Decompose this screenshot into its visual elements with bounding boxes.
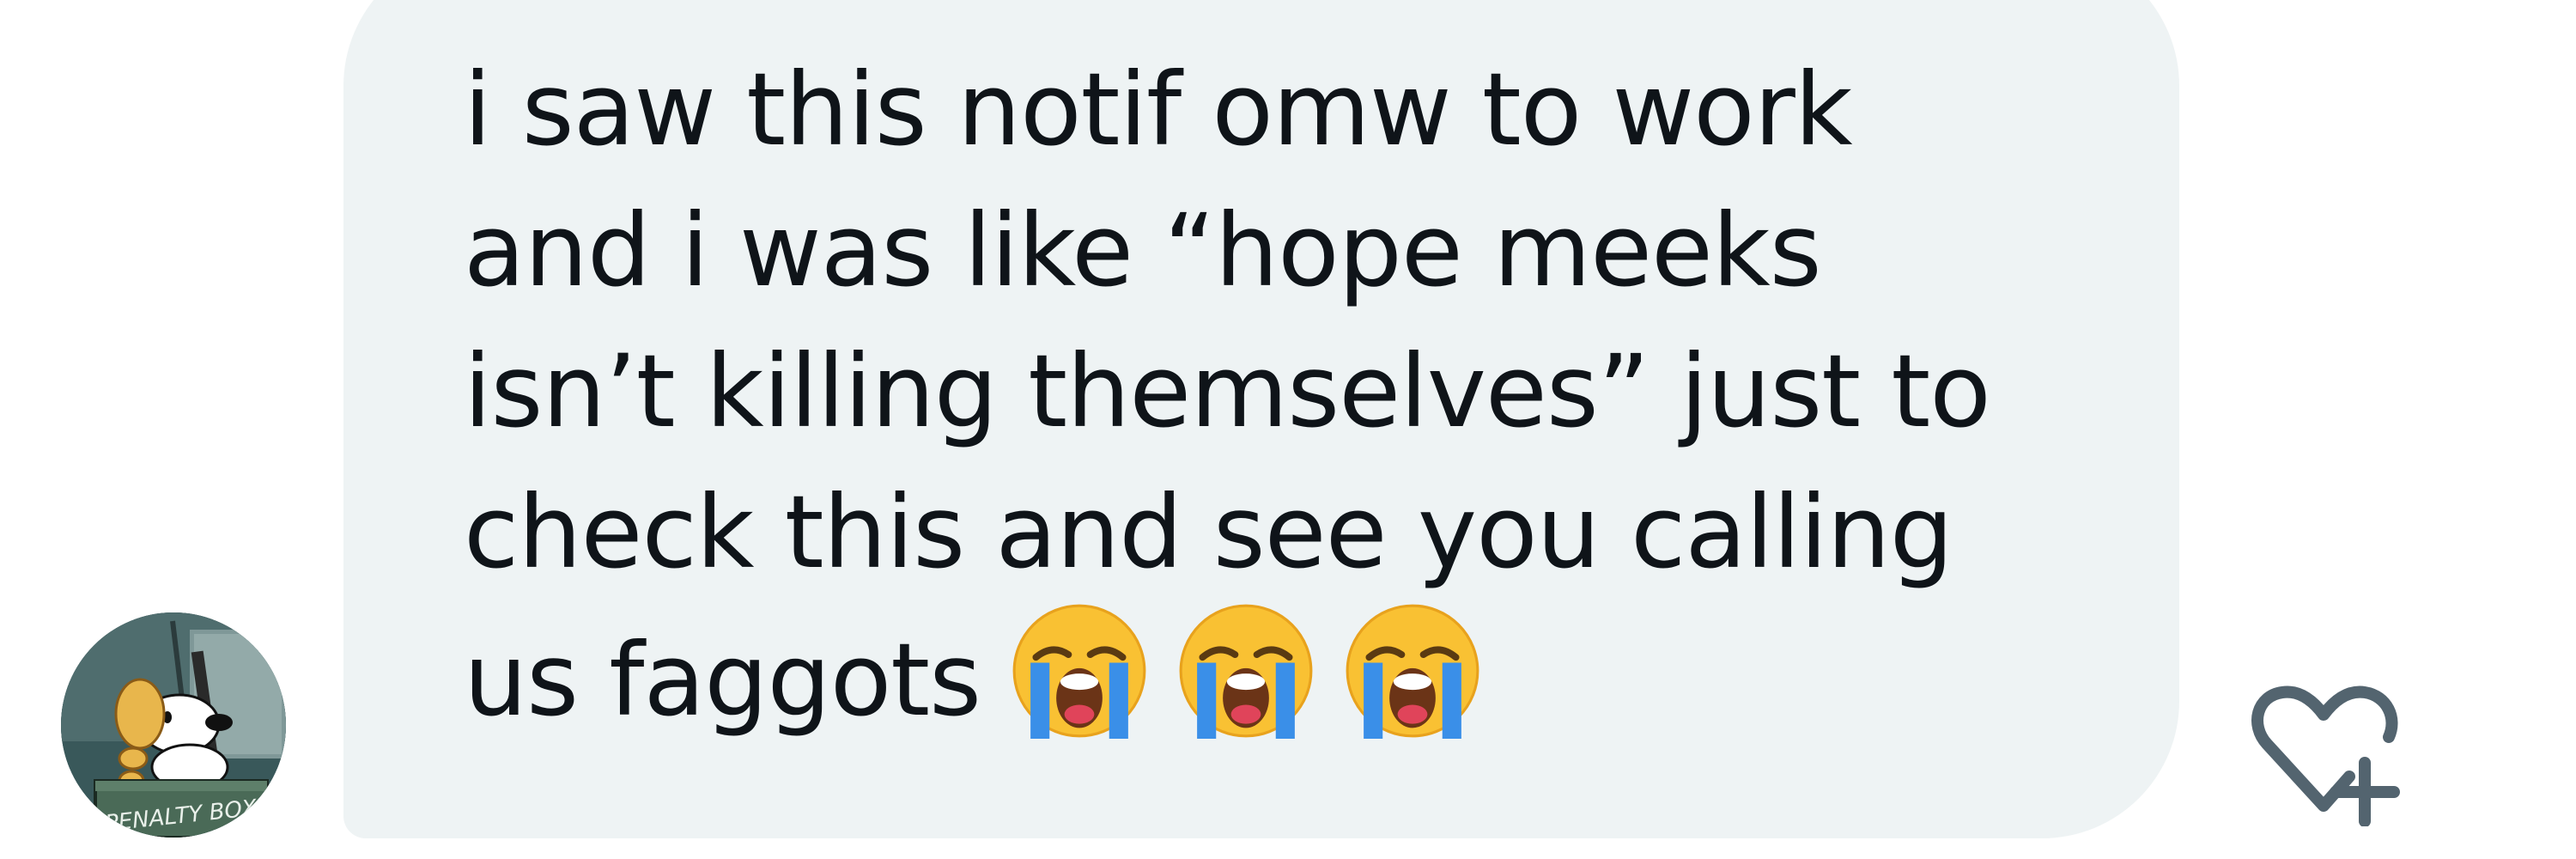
- heart-plus-icon: [2251, 685, 2400, 826]
- message-line: us faggots: [464, 621, 981, 739]
- sender-avatar[interactable]: PENALTY BOX: [61, 612, 286, 838]
- message-text: i saw this notif omw to work and i was l…: [464, 40, 2147, 744]
- message-line: and i was like “hope meeks: [464, 192, 1822, 309]
- message-line: isn’t killing themselves” just to: [464, 332, 1991, 450]
- loudly-crying-face-icon: [1178, 603, 1314, 739]
- add-reaction-button[interactable]: [2246, 680, 2401, 826]
- loudly-crying-face-icon: [1012, 603, 1147, 739]
- loudly-crying-face-icon: [1345, 603, 1480, 739]
- message-line: check this and see you calling: [464, 473, 1953, 591]
- message-line: i saw this notif omw to work: [464, 51, 1853, 168]
- avatar-image: PENALTY BOX: [61, 612, 286, 838]
- message-line-last: us faggots: [464, 603, 2147, 744]
- dm-conversation: PENALTY BOX i saw this notif omw to work…: [0, 0, 2576, 859]
